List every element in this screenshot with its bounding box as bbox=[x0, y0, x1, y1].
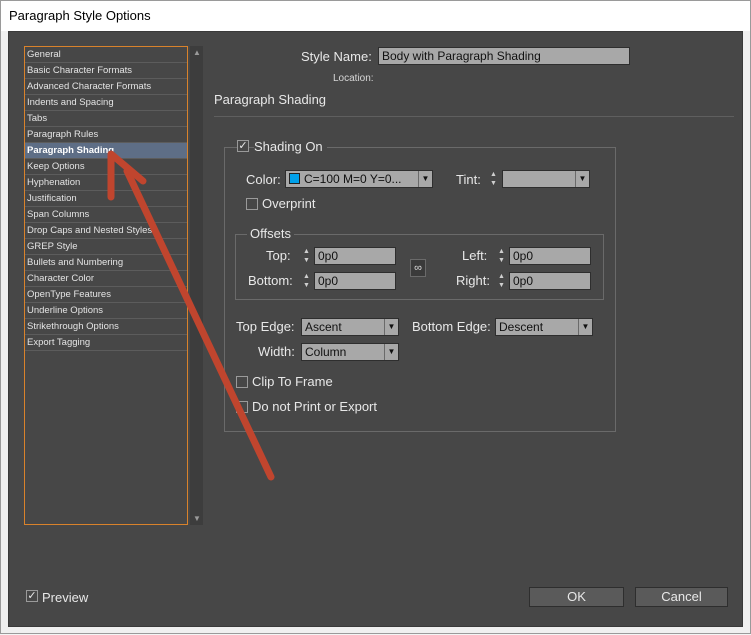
sidebar-item[interactable]: Paragraph Rules bbox=[25, 127, 187, 143]
bottom-offset-label: Bottom: bbox=[248, 273, 293, 288]
sidebar-item[interactable]: Hyphenation bbox=[25, 175, 187, 191]
overprint-checkbox[interactable] bbox=[246, 198, 258, 210]
top-edge-label: Top Edge: bbox=[236, 319, 295, 334]
bottom-offset-stepper[interactable]: ▲ ▼ bbox=[301, 272, 312, 290]
sidebar-item[interactable]: Export Tagging bbox=[25, 335, 187, 351]
offsets-label: Offsets bbox=[247, 226, 294, 241]
width-label: Width: bbox=[258, 344, 295, 359]
top-edge-value: Ascent bbox=[305, 320, 342, 334]
shading-on-checkbox[interactable]: ✓ bbox=[237, 140, 249, 152]
chevron-down-icon: ▼ bbox=[384, 319, 398, 335]
overprint-label: Overprint bbox=[262, 196, 316, 211]
location-label: Location: bbox=[333, 73, 374, 84]
sidebar-item[interactable]: Advanced Character Formats bbox=[25, 79, 187, 95]
section-title: Paragraph Shading bbox=[214, 92, 327, 107]
right-offset-stepper[interactable]: ▲ ▼ bbox=[496, 272, 507, 290]
color-label: Color: bbox=[246, 172, 281, 187]
scroll-up-icon[interactable]: ▲ bbox=[193, 48, 201, 57]
color-swatch bbox=[289, 173, 300, 184]
sidebar-item[interactable]: Justification bbox=[25, 191, 187, 207]
sidebar-item[interactable]: Indents and Spacing bbox=[25, 95, 187, 111]
do-not-print-label: Do not Print or Export bbox=[252, 399, 377, 414]
sidebar-item[interactable]: Basic Character Formats bbox=[25, 63, 187, 79]
bottom-edge-dropdown[interactable]: Descent ▼ bbox=[495, 318, 593, 336]
scroll-down-icon[interactable]: ▼ bbox=[193, 514, 201, 523]
width-value: Column bbox=[305, 345, 347, 359]
left-offset-input[interactable]: 0p0 bbox=[509, 247, 591, 265]
bottom-edge-label: Bottom Edge: bbox=[412, 319, 491, 334]
divider bbox=[214, 116, 734, 117]
right-offset-label: Right: bbox=[456, 273, 490, 288]
style-name-label: Style Name: bbox=[301, 49, 372, 64]
chevron-down-icon: ▼ bbox=[575, 171, 589, 187]
sidebar-item[interactable]: Keep Options bbox=[25, 159, 187, 175]
color-value: C=100 M=0 Y=0... bbox=[304, 172, 402, 186]
right-offset-input[interactable]: 0p0 bbox=[509, 272, 591, 290]
chevron-down-icon: ▼ bbox=[418, 171, 432, 187]
sidebar-item[interactable]: Strikethrough Options bbox=[25, 319, 187, 335]
left-offset-label: Left: bbox=[462, 248, 488, 263]
tint-stepper[interactable]: ▲ ▼ bbox=[488, 170, 499, 188]
color-dropdown[interactable]: C=100 M=0 Y=0... ▼ bbox=[285, 170, 433, 188]
shading-on-label: Shading On bbox=[254, 139, 327, 154]
tint-dropdown[interactable]: ▼ bbox=[502, 170, 590, 188]
category-list[interactable]: General Basic Character Formats Advanced C… bbox=[24, 46, 188, 525]
window-title: Paragraph Style Options bbox=[1, 1, 750, 31]
bottom-edge-value: Descent bbox=[499, 320, 544, 334]
sidebar-item[interactable]: Drop Caps and Nested Styles bbox=[25, 223, 187, 239]
left-offset-stepper[interactable]: ▲ ▼ bbox=[496, 247, 507, 265]
sidebar-item[interactable]: General bbox=[25, 47, 187, 63]
chevron-down-icon: ▼ bbox=[384, 344, 398, 360]
sidebar-item[interactable]: Bullets and Numbering bbox=[25, 255, 187, 271]
sidebar-item[interactable]: Tabs bbox=[25, 111, 187, 127]
sidebar-item[interactable]: OpenType Features bbox=[25, 287, 187, 303]
sidebar-item[interactable]: GREP Style bbox=[25, 239, 187, 255]
chevron-down-icon: ▼ bbox=[578, 319, 592, 335]
sidebar-item[interactable]: Underline Options bbox=[25, 303, 187, 319]
ok-button[interactable]: OK bbox=[529, 587, 624, 607]
style-name-field[interactable]: Body with Paragraph Shading bbox=[378, 47, 630, 65]
category-scrollbar[interactable]: ▲ ▼ bbox=[190, 46, 203, 525]
clip-to-frame-label: Clip To Frame bbox=[252, 374, 333, 389]
clip-to-frame-checkbox[interactable] bbox=[236, 376, 248, 388]
bottom-offset-input[interactable]: 0p0 bbox=[314, 272, 396, 290]
tint-label: Tint: bbox=[456, 172, 481, 187]
top-edge-dropdown[interactable]: Ascent ▼ bbox=[301, 318, 399, 336]
top-offset-stepper[interactable]: ▲ ▼ bbox=[301, 247, 312, 265]
sidebar-item[interactable]: Paragraph Shading bbox=[25, 143, 187, 159]
top-offset-input[interactable]: 0p0 bbox=[314, 247, 396, 265]
preview-checkbox[interactable]: ✓ bbox=[26, 590, 38, 602]
dialog-body: General Basic Character Formats Advanced C… bbox=[8, 31, 743, 627]
preview-label: Preview bbox=[42, 590, 89, 605]
dialog-window: Paragraph Style Options General Basic Cha… bbox=[0, 0, 751, 634]
width-dropdown[interactable]: Column ▼ bbox=[301, 343, 399, 361]
sidebar-item[interactable]: Span Columns bbox=[25, 207, 187, 223]
top-offset-label: Top: bbox=[266, 248, 291, 263]
cancel-button[interactable]: Cancel bbox=[635, 587, 728, 607]
link-icon[interactable]: ∞ bbox=[410, 259, 426, 277]
sidebar-item[interactable]: Character Color bbox=[25, 271, 187, 287]
do-not-print-checkbox[interactable] bbox=[236, 401, 248, 413]
